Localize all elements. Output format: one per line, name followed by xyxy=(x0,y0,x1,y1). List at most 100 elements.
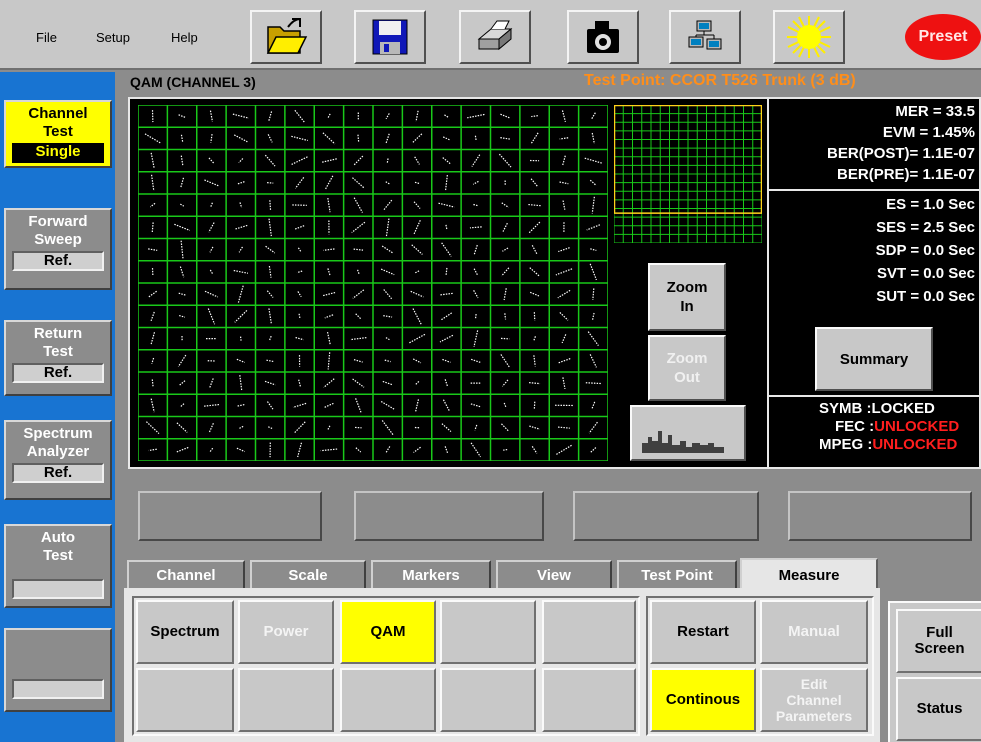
edit-channel-parameters-button[interactable]: Edit Channel Parameters xyxy=(760,668,868,732)
symbol-cluster xyxy=(353,248,364,251)
spectrum-analyzer-button[interactable]: Spectrum Analyzer Ref. xyxy=(4,420,112,500)
symbol-cluster xyxy=(266,290,274,298)
symbol-cluster xyxy=(383,315,393,318)
symbol-cluster xyxy=(296,270,303,274)
blank-side-button[interactable] xyxy=(4,628,112,712)
symbol-cluster xyxy=(589,179,597,187)
symbol-cluster xyxy=(327,197,331,213)
menu-setup[interactable]: Setup xyxy=(96,30,130,45)
symbol-cluster xyxy=(500,137,511,140)
measure-slot-5[interactable] xyxy=(542,600,636,664)
measure-slot-8[interactable] xyxy=(340,668,436,732)
symbol-cluster xyxy=(469,226,482,229)
ber-pre-value: BER(PRE)= 1.1E-07 xyxy=(837,166,975,183)
symbol-cluster xyxy=(266,359,275,363)
channel-test-label-1: Channel xyxy=(28,105,88,122)
measure-slot-6[interactable] xyxy=(136,668,234,732)
softkey-3[interactable] xyxy=(573,491,759,541)
symbol-cluster xyxy=(268,308,273,325)
symbol-cluster xyxy=(356,269,360,275)
symbol-cluster xyxy=(180,134,184,143)
forward-sweep-ref: Ref. xyxy=(12,251,104,271)
fec-status: FEC :UNLOCKED xyxy=(835,418,959,435)
symbol-cluster xyxy=(295,336,304,341)
symbol-cluster xyxy=(320,448,338,452)
open-folder-icon xyxy=(266,18,308,54)
symbol-cluster xyxy=(555,444,572,455)
continous-button[interactable]: Continous xyxy=(650,668,756,732)
print-button[interactable] xyxy=(459,10,531,64)
symbol-cluster xyxy=(502,247,509,252)
forward-sweep-button[interactable]: Forward Sweep Ref. xyxy=(4,208,112,290)
status-button[interactable]: Status xyxy=(896,677,981,741)
auto-test-button[interactable]: Auto Test xyxy=(4,524,112,608)
softkey-4[interactable] xyxy=(788,491,972,541)
save-disk-icon xyxy=(372,19,408,55)
sut-value: SUT = 0.0 Sec xyxy=(876,288,975,305)
symb-value: LOCKED xyxy=(871,400,935,417)
symbol-cluster xyxy=(415,399,420,412)
left-nav-panel: Channel Test Single Forward Sweep Ref. R… xyxy=(0,72,115,742)
tab-measure[interactable]: Measure xyxy=(740,558,878,590)
zoom-out-label-2: Out xyxy=(674,369,700,386)
histogram-button[interactable] xyxy=(630,405,746,461)
symbol-cluster xyxy=(559,181,569,185)
zoom-in-button[interactable]: Zoom In xyxy=(648,263,726,331)
menu-file[interactable]: File xyxy=(36,30,57,45)
symbol-cluster xyxy=(236,181,245,185)
symbol-cluster xyxy=(557,426,570,429)
restart-button[interactable]: Restart xyxy=(650,600,756,664)
measure-slot-10[interactable] xyxy=(542,668,636,732)
tab-markers[interactable]: Markers xyxy=(371,560,491,588)
symbol-cluster xyxy=(442,157,451,165)
snapshot-button[interactable] xyxy=(567,10,639,64)
symbol-cluster xyxy=(473,268,479,276)
symbol-cluster xyxy=(298,313,301,320)
full-screen-button[interactable]: Full Screen xyxy=(896,609,981,673)
tab-channel[interactable]: Channel xyxy=(127,560,245,588)
return-test-button[interactable]: Return Test Ref. xyxy=(4,320,112,396)
measure-slot-9[interactable] xyxy=(440,668,536,732)
zoom-out-button[interactable]: Zoom Out xyxy=(648,335,726,401)
manual-button[interactable]: Manual xyxy=(760,600,868,664)
symbol-cluster xyxy=(501,423,510,432)
softkey-2[interactable] xyxy=(354,491,544,541)
symbol-cluster xyxy=(440,292,453,296)
measure-slot-4[interactable] xyxy=(440,600,536,664)
network-button[interactable] xyxy=(669,10,741,64)
symbol-cluster xyxy=(382,380,393,386)
symbol-cluster xyxy=(561,334,567,344)
menu-help[interactable]: Help xyxy=(171,30,198,45)
save-button[interactable] xyxy=(354,10,426,64)
spectrum-button[interactable]: Spectrum xyxy=(136,600,234,664)
symbol-cluster xyxy=(174,223,190,231)
symbol-cluster xyxy=(355,313,362,320)
open-button[interactable] xyxy=(250,10,322,64)
qam-button[interactable]: QAM xyxy=(340,600,436,664)
symbol-cluster xyxy=(208,423,214,433)
channel-test-mode: Single xyxy=(12,143,104,163)
symbol-cluster xyxy=(178,292,186,296)
mpeg-label: MPEG : xyxy=(819,436,873,453)
symbol-cluster xyxy=(178,114,186,119)
full-screen-label-2: Screen xyxy=(914,640,965,657)
brightness-button[interactable] xyxy=(773,10,845,64)
symbol-cluster xyxy=(148,248,158,251)
symbol-cluster xyxy=(440,312,453,321)
softkey-1[interactable] xyxy=(138,491,322,541)
symbol-cluster xyxy=(408,333,426,344)
channel-test-button[interactable]: Channel Test Single xyxy=(4,100,112,168)
symbol-cluster xyxy=(268,265,272,278)
tab-view[interactable]: View xyxy=(496,560,612,588)
tab-scale[interactable]: Scale xyxy=(250,560,366,588)
symbol-cluster xyxy=(209,110,214,122)
summary-button[interactable]: Summary xyxy=(815,327,933,391)
symbol-cluster xyxy=(586,224,601,231)
symbol-cluster xyxy=(474,313,477,319)
power-button[interactable]: Power xyxy=(238,600,334,664)
measure-slot-7[interactable] xyxy=(238,668,334,732)
symbol-cluster xyxy=(268,218,272,237)
tab-test-point[interactable]: Test Point xyxy=(617,560,737,588)
preset-button[interactable]: Preset xyxy=(905,14,981,60)
symbol-cluster xyxy=(444,175,448,191)
